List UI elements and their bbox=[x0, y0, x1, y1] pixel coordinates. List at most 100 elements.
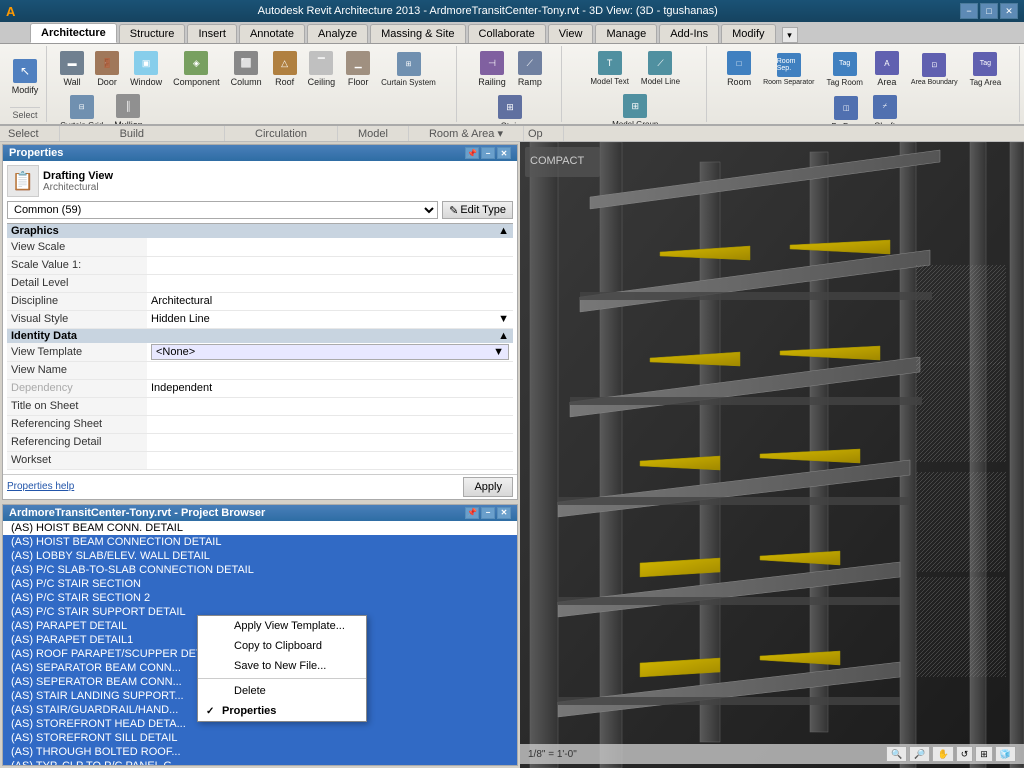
tab-collaborate[interactable]: Collaborate bbox=[468, 24, 546, 43]
edit-type-button[interactable]: ✎ Edit Type bbox=[442, 201, 513, 219]
prop-value-ref-sheet bbox=[147, 415, 513, 433]
prop-value-workset[interactable] bbox=[147, 451, 513, 469]
room-button[interactable]: □ Room bbox=[722, 48, 756, 90]
apply-button[interactable]: Apply bbox=[463, 477, 513, 497]
ctx-check-6: ✓ bbox=[206, 706, 218, 717]
prop-value-ref-detail bbox=[147, 433, 513, 451]
ctx-delete[interactable]: Delete bbox=[198, 681, 366, 701]
tag-area-button[interactable]: Tag Tag Area bbox=[965, 49, 1007, 90]
tab-manage[interactable]: Manage bbox=[595, 24, 657, 43]
area-button[interactable]: A Area bbox=[870, 48, 904, 90]
browser-collapse-btn[interactable]: − bbox=[481, 507, 495, 519]
properties-help-link[interactable]: Properties help bbox=[7, 481, 74, 492]
section-graphics-collapse[interactable]: ▲ bbox=[498, 225, 509, 237]
tab-insert[interactable]: Insert bbox=[187, 24, 237, 43]
browser-item-4[interactable]: (AS) P/C STAIR SECTION bbox=[3, 577, 517, 591]
browser-close-btn[interactable]: ✕ bbox=[497, 507, 511, 519]
window-button[interactable]: ▣ Window bbox=[125, 48, 167, 90]
prop-ref-sheet: Referencing Sheet bbox=[7, 415, 513, 433]
tab-massing[interactable]: Massing & Site bbox=[370, 24, 465, 43]
tab-addins[interactable]: Add-Ins bbox=[659, 24, 719, 43]
label-circulation: Circulation bbox=[225, 126, 338, 141]
type-dropdown[interactable]: Common (59) bbox=[7, 201, 438, 219]
curtain-grid-button[interactable]: ⊟ Curtain Grid bbox=[55, 92, 108, 127]
prop-view-template: View Template <None>▼ bbox=[7, 343, 513, 362]
properties-collapse-btn[interactable]: − bbox=[481, 147, 495, 159]
viewport-3d[interactable]: COMPACT 1/8" = 1'-0" 🔍 🔎 ✋ ↺ ⊞ 🧊 bbox=[520, 142, 1024, 768]
prop-value-view-template[interactable]: <None>▼ bbox=[147, 343, 513, 362]
prop-value-title-on-sheet[interactable] bbox=[147, 397, 513, 415]
properties-table: Graphics ▲ View Scale Scale Value 1: Det… bbox=[7, 223, 513, 470]
browser-item-17[interactable]: (AS) TYP. CLP TO P/C PANEL G... bbox=[3, 759, 517, 766]
tab-modify[interactable]: Modify bbox=[721, 24, 775, 43]
modify-button[interactable]: ↖ Modify bbox=[7, 56, 44, 98]
stair-button[interactable]: ⊞ Stair bbox=[493, 92, 527, 126]
model-group-button[interactable]: ⊞ Model Group bbox=[607, 91, 663, 126]
zoom-fit-btn[interactable]: ⊞ bbox=[975, 746, 993, 762]
section-identity-collapse[interactable]: ▲ bbox=[498, 330, 509, 342]
column-button[interactable]: ⬜ Column bbox=[226, 48, 267, 90]
rotate-btn[interactable]: ↺ bbox=[956, 746, 974, 762]
browser-item-5[interactable]: (AS) P/C STAIR SECTION 2 bbox=[3, 591, 517, 605]
prop-value-visual-style[interactable]: Hidden Line ▼ bbox=[147, 310, 513, 328]
maximize-button[interactable]: □ bbox=[980, 3, 998, 19]
wall-button[interactable]: ▬ Wall bbox=[55, 48, 89, 90]
browser-item-1[interactable]: (AS) HOIST BEAM CONNECTION DETAIL bbox=[3, 535, 517, 549]
prop-value-dependency: Independent bbox=[147, 379, 513, 397]
context-menu: Apply View Template... Copy to Clipboard… bbox=[197, 615, 367, 722]
prop-scale-value: Scale Value 1: bbox=[7, 256, 513, 274]
tab-view[interactable]: View bbox=[548, 24, 594, 43]
prop-value-view-scale[interactable] bbox=[147, 238, 513, 256]
by-face-button[interactable]: ◫ By Face bbox=[826, 93, 865, 127]
properties-close-btn[interactable]: ✕ bbox=[497, 147, 511, 159]
ceiling-button[interactable]: ▔ Ceiling bbox=[303, 48, 341, 90]
tag-room-button[interactable]: Tag Tag Room bbox=[821, 49, 867, 90]
model-text-button[interactable]: T Model Text bbox=[585, 48, 634, 89]
curtain-system-button[interactable]: ⊞ Curtain System bbox=[376, 49, 441, 90]
component-button[interactable]: ◈ Component bbox=[168, 48, 225, 90]
browser-item-0[interactable]: (AS) HOIST BEAM CONN. DETAIL bbox=[3, 521, 517, 535]
view-controls: 1/8" = 1'-0" 🔍 🔎 ✋ ↺ ⊞ 🧊 bbox=[520, 744, 1024, 764]
prop-title-on-sheet: Title on Sheet bbox=[7, 397, 513, 415]
pan-btn[interactable]: ✋ bbox=[932, 746, 953, 762]
browser-pin-btn[interactable]: 📌 bbox=[465, 507, 479, 519]
tab-architecture[interactable]: Architecture bbox=[30, 23, 117, 43]
model-line-button[interactable]: ⟋ Model Line bbox=[636, 48, 685, 89]
roof-button[interactable]: △ Roof bbox=[268, 48, 302, 90]
room-separator-button[interactable]: Room Sep. Room Separator bbox=[758, 50, 819, 89]
ctx-separator-1 bbox=[198, 678, 366, 679]
ctx-copy-to-clipboard[interactable]: Copy to Clipboard bbox=[198, 636, 366, 656]
view-cube-btn[interactable]: 🧊 bbox=[995, 746, 1016, 762]
door-button[interactable]: 🚪 Door bbox=[90, 48, 124, 90]
tab-analyze[interactable]: Analyze bbox=[307, 24, 368, 43]
shaft-button[interactable]: ⌿ Shaft bbox=[868, 92, 902, 126]
minimize-button[interactable]: − bbox=[960, 3, 978, 19]
browser-item-16[interactable]: (AS) THROUGH BOLTED ROOF... bbox=[3, 745, 517, 759]
prop-name-workset: Workset bbox=[7, 451, 147, 469]
railing-button[interactable]: ⊣ Railing bbox=[473, 48, 511, 90]
area-boundary-button[interactable]: ⊡ Area Boundary bbox=[906, 50, 963, 89]
tab-annotate[interactable]: Annotate bbox=[239, 24, 305, 43]
ctx-apply-view-template[interactable]: Apply View Template... bbox=[198, 616, 366, 636]
browser-item-15[interactable]: (AS) STOREFRONT SILL DETAIL bbox=[3, 731, 517, 745]
prop-value-view-name[interactable] bbox=[147, 361, 513, 379]
mullion-button[interactable]: ║ Mullion bbox=[109, 91, 148, 126]
browser-item-2[interactable]: (AS) LOBBY SLAB/ELEV. WALL DETAIL bbox=[3, 549, 517, 563]
group-label-select: Select bbox=[10, 107, 40, 120]
ctx-save-to-new-file[interactable]: Save to New File... bbox=[198, 656, 366, 676]
label-op: Op bbox=[524, 126, 564, 141]
tab-structure[interactable]: Structure bbox=[119, 24, 186, 43]
prop-value-scale-value[interactable] bbox=[147, 256, 513, 274]
ribbon-expand-btn[interactable]: ▾ bbox=[782, 27, 798, 43]
close-button[interactable]: ✕ bbox=[1000, 3, 1018, 19]
browser-item-3[interactable]: (AS) P/C SLAB-TO-SLAB CONNECTION DETAIL bbox=[3, 563, 517, 577]
floor-button[interactable]: ▁ Floor bbox=[341, 48, 375, 90]
prop-name-title-on-sheet: Title on Sheet bbox=[7, 397, 147, 415]
zoom-out-btn[interactable]: 🔎 bbox=[909, 746, 930, 762]
ctx-properties[interactable]: ✓ Properties bbox=[198, 701, 366, 721]
ramp-button[interactable]: ⟋ Ramp bbox=[513, 48, 547, 90]
prop-value-discipline[interactable]: Architectural bbox=[147, 292, 513, 310]
zoom-in-btn[interactable]: 🔍 bbox=[886, 746, 907, 762]
prop-value-detail-level[interactable] bbox=[147, 274, 513, 292]
properties-pin-btn[interactable]: 📌 bbox=[465, 147, 479, 159]
